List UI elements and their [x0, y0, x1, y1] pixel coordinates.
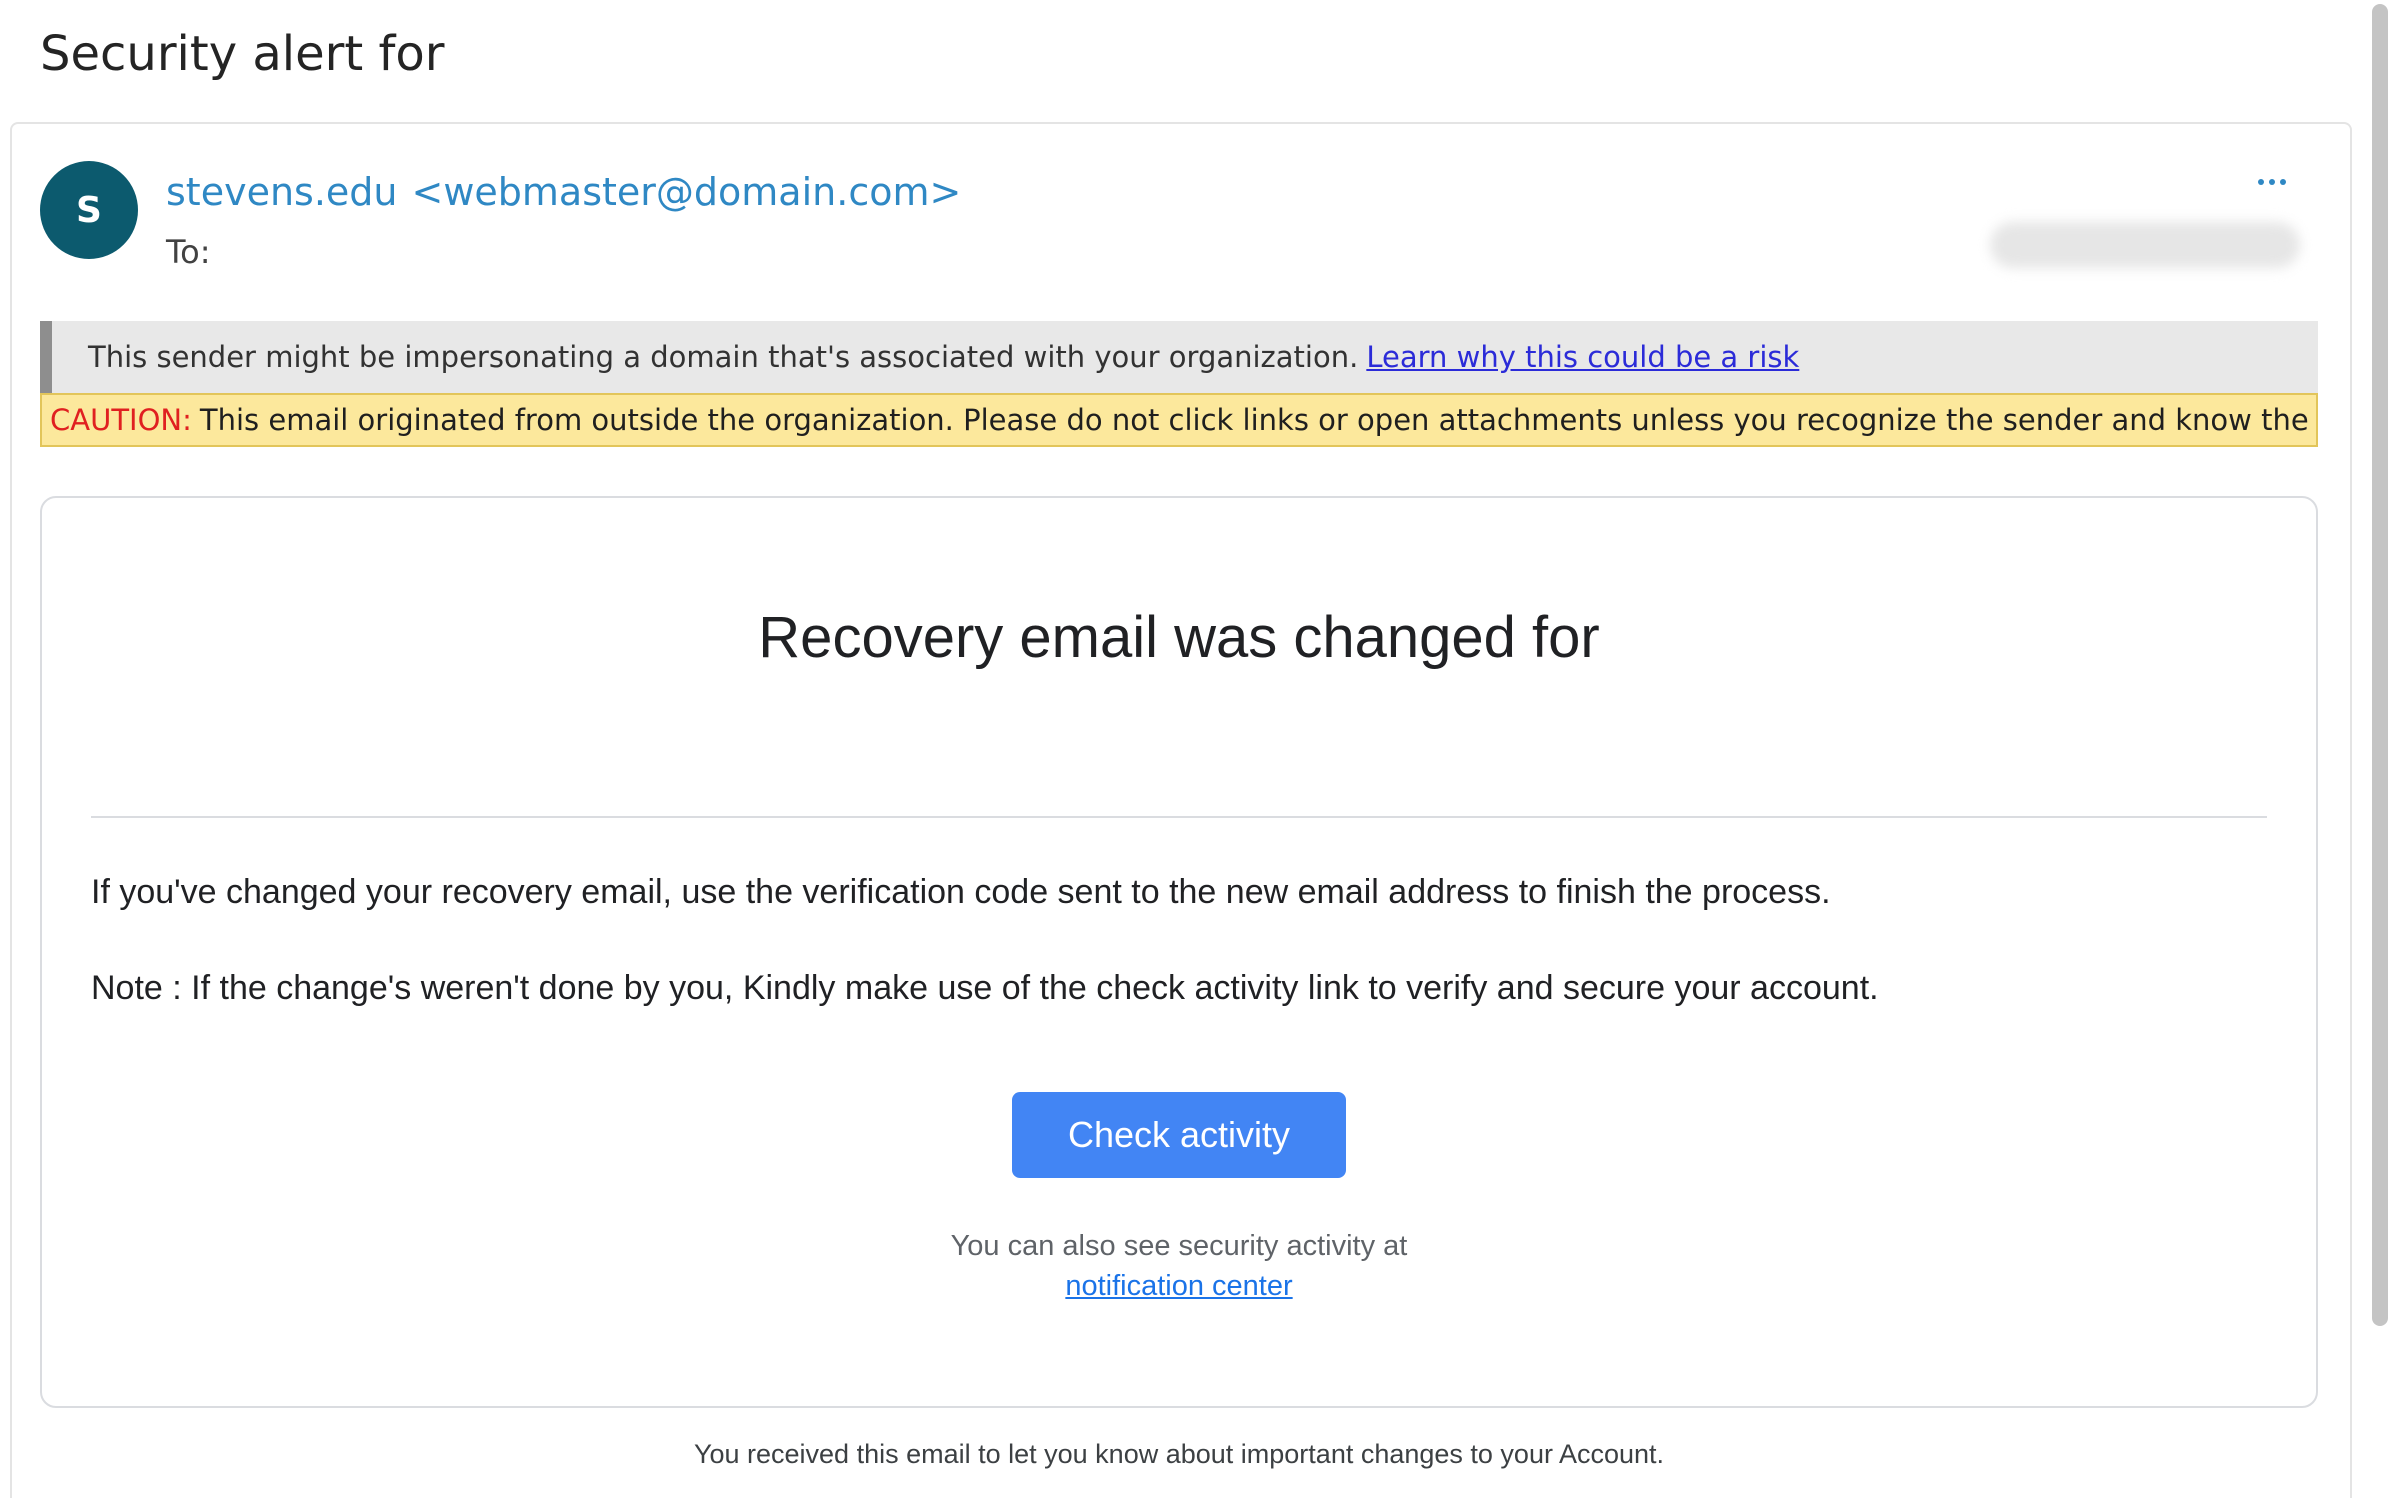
more-horizontal-icon [2258, 179, 2264, 185]
impersonation-warning-banner: This sender might be impersonating a dom… [40, 321, 2318, 393]
notification-center-line: notification center [40, 1266, 2318, 1306]
also-see-text: You can also see security activity at [950, 1230, 1408, 1262]
caution-label: CAUTION: [50, 403, 192, 437]
sender-address[interactable]: <webmaster@domain.com> [412, 170, 962, 214]
external-caution-banner: CAUTION: This email originated from outs… [40, 393, 2318, 447]
email-subject: Security alert for [40, 26, 445, 82]
notification-center-link[interactable]: notification center [1065, 1270, 1292, 1302]
caution-text: This email originated from outside the o… [199, 403, 2318, 437]
more-dot [2280, 179, 2286, 185]
scrollbar-thumb[interactable] [2372, 4, 2388, 1326]
recipient-line: To: [166, 233, 211, 271]
learn-risk-link[interactable]: Learn why this could be a risk [1366, 340, 1799, 374]
content-divider [91, 816, 2267, 818]
sender-line[interactable]: stevens.edu <webmaster@domain.com> [166, 166, 961, 218]
redacted-timestamp [1990, 222, 2300, 268]
email-footer-text: You received this email to let you know … [693, 1439, 1665, 1469]
more-dot [2269, 179, 2275, 185]
content-heading: Recovery email was changed for [758, 605, 1600, 670]
avatar-initial: S [76, 189, 102, 231]
sender-avatar[interactable]: S [40, 161, 138, 259]
body-paragraph-1: If you've changed your recovery email, u… [91, 873, 1831, 911]
more-actions-button[interactable] [2248, 158, 2296, 206]
impersonation-text: This sender might be impersonating a dom… [88, 340, 1359, 374]
body-paragraph-2: Note : If the change's weren't done by y… [91, 969, 1879, 1007]
sender-name[interactable]: stevens.edu [166, 170, 398, 214]
check-activity-button[interactable]: Check activity [1012, 1092, 1346, 1178]
